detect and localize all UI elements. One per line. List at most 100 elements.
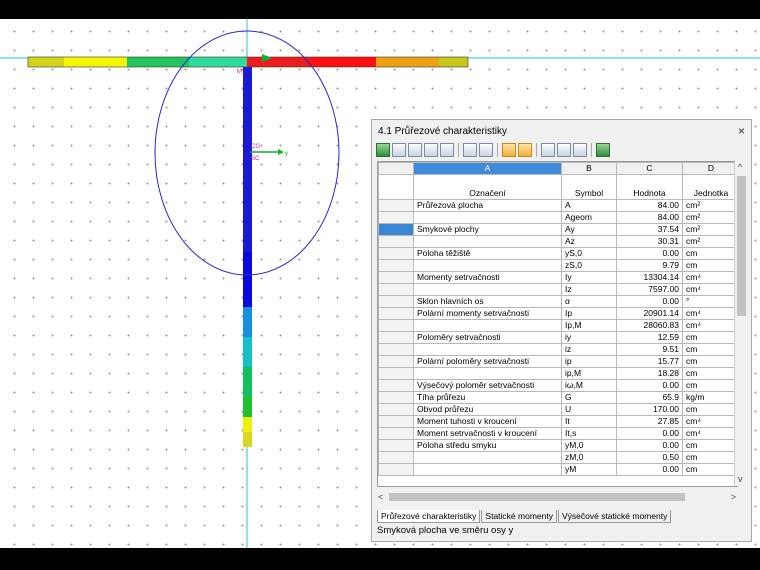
cell-name: [413, 259, 562, 272]
cell-name: Průřezová plocha: [413, 199, 562, 212]
row-header[interactable]: [378, 307, 414, 320]
table-row[interactable]: Az 30.31 cm²: [378, 235, 737, 248]
row-header[interactable]: [378, 415, 414, 428]
row-header[interactable]: [378, 211, 414, 224]
table-row[interactable]: Moment tuhosti v kroucení It 27.85 cm⁴: [378, 415, 737, 428]
close-icon[interactable]: ×: [738, 124, 745, 138]
table-row[interactable]: Sklon hlavních os α 0.00 °: [378, 295, 737, 308]
tab-static-moments[interactable]: Statické momenty: [481, 510, 557, 523]
header-unit: Jednotka: [682, 174, 737, 200]
cell-unit: cm: [682, 403, 737, 416]
table-row[interactable]: ip,M 18.28 cm: [378, 367, 737, 380]
row-header[interactable]: [378, 367, 414, 380]
toolbar-button-11[interactable]: [557, 143, 571, 157]
row-header[interactable]: [378, 271, 414, 284]
scroll-down-icon[interactable]: v: [738, 473, 743, 485]
toolbar-button-6[interactable]: [463, 143, 477, 157]
cell-name: Poloha středu smyku: [413, 439, 562, 452]
row-header[interactable]: [378, 355, 414, 368]
table-row[interactable]: Smykové plochy Ay 37.54 cm²: [378, 223, 737, 236]
section-properties-panel[interactable]: 4.1 Průřezové charakteristiky × A B C D …: [371, 119, 752, 542]
cell-symbol: It,s: [561, 427, 617, 440]
horizontal-scrollbar[interactable]: < >: [377, 491, 738, 503]
cell-symbol: zS,0: [561, 259, 617, 272]
row-header[interactable]: [378, 463, 414, 476]
row-header[interactable]: [378, 295, 414, 308]
row-header[interactable]: [378, 247, 414, 260]
table-row[interactable]: Poloha středu smyku yM,0 0.00 cm: [378, 439, 737, 452]
table-row[interactable]: Výsečový poloměr setrvačnosti iω,M 0.00 cm: [378, 379, 737, 392]
cell-name: Polární momenty setrvačnosti: [413, 307, 562, 320]
row-header[interactable]: [378, 199, 414, 212]
cell-value: 30.31: [616, 235, 683, 248]
toolbar-button-2[interactable]: [392, 143, 406, 157]
toolbar-button-8[interactable]: [502, 143, 516, 157]
row-header[interactable]: [378, 403, 414, 416]
column-header-a[interactable]: A: [413, 162, 562, 175]
row-header[interactable]: [378, 283, 414, 296]
table-row[interactable]: Moment setrvačnosti v kroucení It,s 0.00 cm…: [378, 427, 737, 440]
row-header[interactable]: [378, 427, 414, 440]
tab-section-properties[interactable]: Průřezové charakteristiky: [377, 510, 481, 523]
toolbar-button-3[interactable]: [408, 143, 422, 157]
scroll-left-icon[interactable]: <: [378, 491, 383, 503]
column-header-d[interactable]: D: [682, 162, 737, 175]
cell-name: Moment tuhosti v kroucení: [413, 415, 562, 428]
table-row[interactable]: Ip,M 28060.83 cm⁴: [378, 319, 737, 332]
table-row[interactable]: Polární momenty setrvačnosti Ip 20901.14 cm…: [378, 307, 737, 320]
row-header[interactable]: [378, 259, 414, 272]
vertical-scroll-thumb[interactable]: [737, 176, 746, 316]
cell-symbol: α: [561, 295, 617, 308]
table-row[interactable]: iz 9.51 cm: [378, 343, 737, 356]
cell-name: Poloměry setrvačnosti: [413, 331, 562, 344]
cell-value: 170.00: [616, 403, 683, 416]
table-row[interactable]: Polární poloměry setrvačnosti ip 15.77 cm: [378, 355, 737, 368]
m-label: M: [237, 69, 242, 75]
table-row[interactable]: Obvod průřezu U 170.00 cm: [378, 403, 737, 416]
toolbar-button-7[interactable]: [479, 143, 493, 157]
scroll-up-icon[interactable]: ^: [738, 161, 742, 173]
toolbar-button-1[interactable]: [376, 143, 390, 157]
cell-unit: cm²: [682, 211, 737, 224]
cell-value: 9.51: [616, 343, 683, 356]
row-header[interactable]: [378, 451, 414, 464]
vertical-scrollbar[interactable]: ^ v: [734, 160, 748, 486]
table-row[interactable]: yM 0.00 cm: [378, 463, 737, 476]
table-row[interactable]: Ageom 84.00 cm²: [378, 211, 737, 224]
horizontal-scroll-thumb[interactable]: [389, 493, 685, 501]
properties-table[interactable]: A B C D Označení Symbol Hodnota Jednotka…: [377, 161, 738, 487]
toolbar-button-10[interactable]: [541, 143, 555, 157]
cell-value: 0.00: [616, 463, 683, 476]
cell-symbol: Iz: [561, 283, 617, 296]
row-header[interactable]: [378, 223, 414, 236]
scroll-right-icon[interactable]: >: [731, 491, 736, 503]
toolbar-button-5[interactable]: [440, 143, 454, 157]
row-header[interactable]: [378, 391, 414, 404]
tab-sectorial-moments[interactable]: Výsečové statické momenty: [557, 510, 672, 523]
row-header[interactable]: [378, 439, 414, 452]
table-row[interactable]: Tíha průřezu G 65.9 kg/m: [378, 391, 737, 404]
panel-toolbar: [376, 140, 610, 160]
cell-value: 7597.00: [616, 283, 683, 296]
cell-symbol: ip,M: [561, 367, 617, 380]
table-row[interactable]: Poloměry setrvačnosti iy 12.59 cm: [378, 331, 737, 344]
table-row[interactable]: Průřezová plocha A 84.00 cm²: [378, 199, 737, 212]
table-row[interactable]: Iz 7597.00 cm⁴: [378, 283, 737, 296]
row-header[interactable]: [378, 343, 414, 356]
table-row[interactable]: Momenty setrvačnosti Iy 13304.14 cm⁴: [378, 271, 737, 284]
column-header-b[interactable]: B: [561, 162, 617, 175]
table-row[interactable]: Poloha těžiště yS,0 0.00 cm: [378, 247, 737, 260]
cell-unit: cm: [682, 463, 737, 476]
column-header-c[interactable]: C: [616, 162, 683, 175]
table-row[interactable]: zS,0 9.79 cm: [378, 259, 737, 272]
toolbar-button-4[interactable]: [424, 143, 438, 157]
toolbar-button-9[interactable]: [518, 143, 532, 157]
row-header[interactable]: [378, 319, 414, 332]
row-header[interactable]: [378, 235, 414, 248]
row-header[interactable]: [378, 379, 414, 392]
table-row[interactable]: zM,0 0.50 cm: [378, 451, 737, 464]
toolbar-button-12[interactable]: [573, 143, 587, 157]
cell-symbol: iz: [561, 343, 617, 356]
excel-export-icon[interactable]: [596, 143, 610, 157]
row-header[interactable]: [378, 331, 414, 344]
